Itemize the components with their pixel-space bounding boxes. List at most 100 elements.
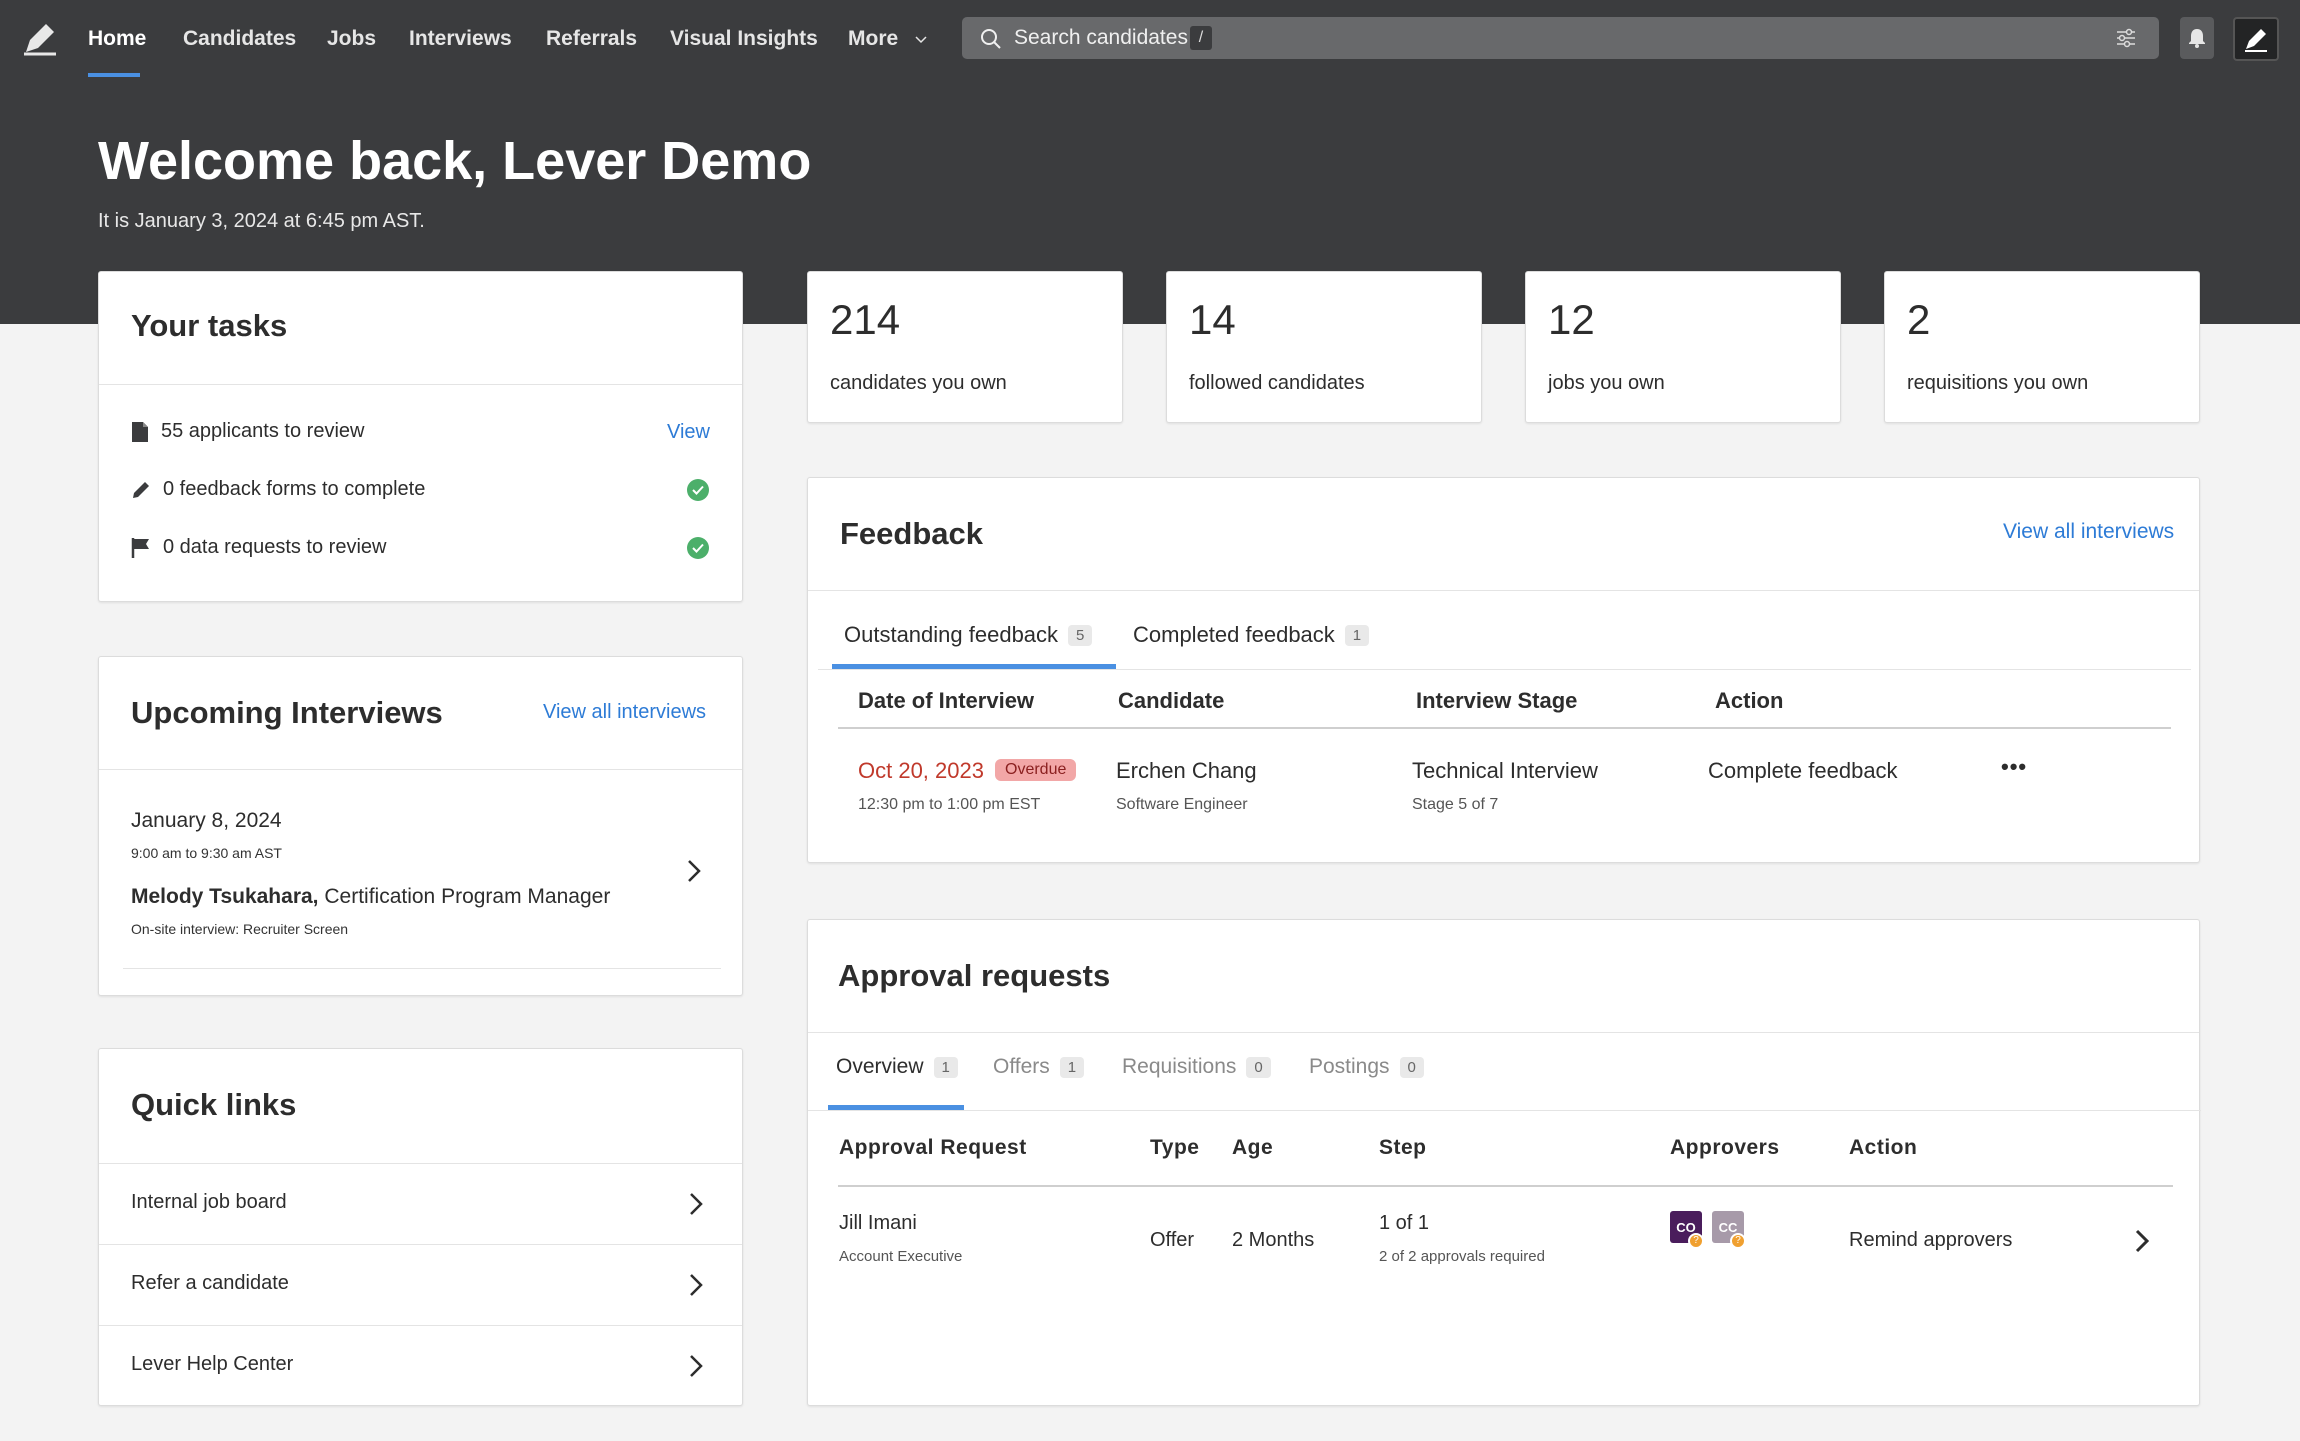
column-header-date: Date of Interview [858,688,1035,713]
nav-more-label: More [848,27,899,50]
table-header-divider [838,727,2171,729]
column-header-stage: Interview Stage [1416,688,1578,713]
page-title: Welcome back, Lever Demo [98,131,812,191]
column-header-action: Action [1849,1136,1918,1159]
approval-step: 1 of 1 [1379,1212,1430,1234]
upcoming-interviews-card: Upcoming Interviews View all interviews … [98,656,743,996]
view-applicants-link[interactable]: View [667,421,710,444]
document-icon [132,421,148,442]
approval-candidate-role: Account Executive [839,1248,963,1265]
interview-date: January 8, 2024 [131,809,282,832]
tab-count-badge: 5 [1068,624,1093,646]
interview-candidate-name: Melody Tsukahara, [131,885,319,908]
stat-card-jobs-owned[interactable]: 12 jobs you own [1525,271,1841,423]
approval-candidate-name[interactable]: Jill Imani [839,1212,917,1235]
task-data-requests: 0 data requests to review [131,536,386,559]
tab-outstanding-feedback[interactable]: Outstanding feedback 5 [844,622,1093,648]
search-bar[interactable]: / [962,17,2159,59]
stat-card-requisitions-owned[interactable]: 2 requisitions you own [1884,271,2200,423]
search-icon [981,29,1001,49]
column-header-approval-request: Approval Request [839,1136,1027,1159]
remind-approvers-link[interactable]: Remind approvers [1849,1229,2012,1252]
approvals-card-header: Approval requests [808,920,2199,1033]
nav-home[interactable]: Home [88,27,146,51]
interview-candidate-line: Melody Tsukahara, Certification Program … [131,885,610,909]
candidate-name[interactable]: Erchen Chang [1116,758,1257,784]
tab-completed-feedback[interactable]: Completed feedback 1 [1133,622,1370,648]
stat-label: candidates you own [830,372,1007,394]
feedback-view-all-link[interactable]: View all interviews [2003,520,2174,544]
chevron-right-icon [690,1193,703,1215]
quick-link-label: Refer a candidate [131,1272,289,1294]
tab-overview[interactable]: Overview 1 [836,1055,958,1079]
stat-value: 12 [1548,296,1595,343]
task-applicants: 55 applicants to review [131,420,364,443]
lever-logo-icon[interactable] [20,18,60,58]
quick-link-refer-candidate[interactable]: Refer a candidate [99,1244,742,1326]
tab-requisitions[interactable]: Requisitions 0 [1122,1055,1271,1079]
tasks-card: Your tasks 55 applicants to review View … [98,271,743,602]
column-header-type: Type [1150,1136,1200,1159]
column-header-approvers: Approvers [1670,1136,1780,1159]
top-nav: Home Candidates Jobs Interviews Referral… [0,0,2300,82]
more-options-icon[interactable]: ••• [2001,754,2027,780]
approval-age: 2 Months [1232,1229,1315,1251]
interview-stage-progress: Stage 5 of 7 [1412,796,1499,813]
notifications-bell-icon[interactable] [2180,17,2214,59]
approval-type: Offer [1150,1229,1195,1251]
chevron-right-icon[interactable] [2135,1229,2149,1253]
tab-postings[interactable]: Postings 0 [1309,1055,1424,1079]
candidate-role: Software Engineer [1116,796,1248,813]
tasks-title: Your tasks [131,308,288,343]
tab-label: Overview [836,1055,924,1078]
tasks-card-header: Your tasks [99,272,742,385]
check-circle-icon [687,537,709,559]
task-label: 0 data requests to review [163,536,387,558]
tab-label: Completed feedback [1133,622,1335,647]
stat-card-followed-candidates[interactable]: 14 followed candidates [1166,271,1482,423]
complete-feedback-link[interactable]: Complete feedback [1708,758,1898,784]
pending-status-icon: ? [1730,1233,1746,1249]
quick-link-label: Internal job board [131,1191,287,1213]
column-header-action: Action [1715,688,1784,713]
tab-label: Postings [1309,1055,1390,1078]
task-label: 0 feedback forms to complete [163,478,426,500]
chevron-right-icon [690,1355,703,1377]
task-label: 55 applicants to review [161,420,365,442]
upcoming-interview-item[interactable]: January 8, 2024 9:00 am to 9:30 am AST M… [123,771,721,969]
search-input[interactable] [1014,17,2014,59]
column-header-age: Age [1232,1136,1274,1159]
pencil-icon [133,481,149,498]
quick-link-help-center[interactable]: Lever Help Center [99,1325,742,1407]
tab-offers[interactable]: Offers 1 [993,1055,1085,1079]
quick-links-card: Quick links Internal job board Refer a c… [98,1048,743,1406]
nav-jobs[interactable]: Jobs [327,27,376,51]
nav-candidates[interactable]: Candidates [183,27,296,51]
stat-value: 14 [1189,296,1236,343]
stat-value: 2 [1907,296,1931,343]
current-datetime: It is January 3, 2024 at 6:45 pm AST. [98,210,425,232]
column-header-step: Step [1379,1136,1427,1159]
interview-stage: Technical Interview [1412,758,1598,783]
quick-link-internal-job-board[interactable]: Internal job board [99,1163,742,1245]
nav-more[interactable]: More [848,27,928,51]
account-menu-icon[interactable] [2233,17,2279,61]
upcoming-card-header: Upcoming Interviews View all interviews [99,657,742,770]
tab-count-badge: 1 [1344,624,1370,646]
stat-card-candidates-owned[interactable]: 214 candidates you own [807,271,1123,423]
upcoming-title: Upcoming Interviews [131,695,443,730]
tab-divider [818,669,2191,670]
view-all-interviews-link[interactable]: View all interviews [543,701,706,724]
nav-referrals[interactable]: Referrals [546,27,637,51]
tab-count-badge: 0 [1246,1056,1271,1078]
nav-interviews[interactable]: Interviews [409,27,512,51]
nav-visual-insights[interactable]: Visual Insights [670,27,818,51]
pending-status-icon: ? [1688,1233,1704,1249]
tab-divider [808,1110,2201,1111]
active-nav-indicator [88,73,140,77]
stat-label: followed candidates [1189,372,1365,394]
tab-label: Outstanding feedback [844,622,1059,647]
filter-sliders-icon[interactable] [2115,27,2137,49]
approval-step-detail: 2 of 2 approvals required [1379,1248,1545,1265]
feedback-card: Feedback View all interviews Outstanding… [807,477,2200,863]
